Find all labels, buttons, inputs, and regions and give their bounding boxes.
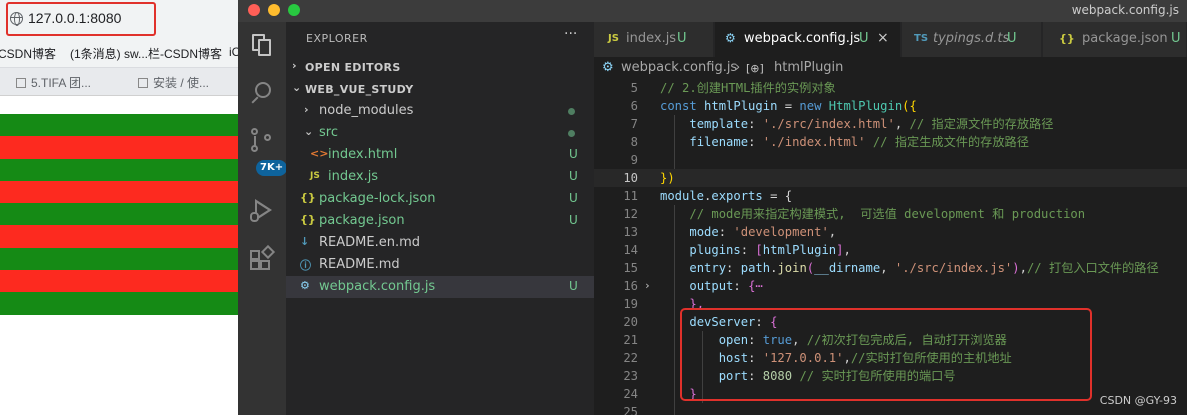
markdown-file-icon: ↓	[300, 235, 310, 248]
chevron-down-icon: ⌄	[304, 125, 314, 138]
page-stripe	[0, 158, 238, 181]
page-stripe	[0, 136, 238, 159]
tree-item-node-modules[interactable]: › node_modules	[286, 100, 594, 122]
code-line-9: 9	[630, 153, 638, 167]
browser-tab-tifa[interactable]: 5.TIFA 团...	[16, 74, 91, 91]
tree-item-readme-en[interactable]: ↓ README.en.md	[286, 232, 594, 254]
code-line-7: 7 template: './src/index.html', // 指定源文件…	[630, 117, 1054, 131]
tab-page-icon	[138, 78, 148, 88]
devserver-highlight-annotation	[680, 308, 1092, 401]
fold-chevron-icon[interactable]: ›	[644, 277, 651, 295]
tree-item-src[interactable]: ⌄ src	[286, 122, 594, 144]
search-icon[interactable]	[249, 80, 275, 106]
tab-index-js[interactable]: JS index.js U	[594, 22, 714, 57]
browser-tab-install[interactable]: 安装 / 使...	[138, 74, 209, 91]
status-untracked: U	[569, 169, 578, 183]
code-line-8: 8 filename: './index.html' // 指定生成文件的存放路…	[630, 135, 1029, 149]
page-content-stripes	[0, 114, 238, 315]
tab-webpack-config[interactable]: ⚙ webpack.config.js U ×	[715, 22, 901, 57]
tree-item-package-json[interactable]: {} package.json U	[286, 210, 594, 232]
tab-package-json[interactable]: {} package.json U	[1043, 22, 1187, 57]
chevron-down-icon: ⌄	[292, 81, 302, 94]
code-line-10: 10})	[594, 169, 1187, 187]
code-line-6: 6 const htmlPlugin = new HtmlPlugin({	[630, 99, 917, 113]
json-file-icon: {}	[300, 191, 316, 204]
code-line-12: 12 // mode用来指定构建模式, 可选值 development 和 pr…	[623, 207, 1086, 221]
browser-window: 127.0.0.1:8080 CSDN博客 (1条消息) sw...栏-CSDN…	[0, 0, 238, 415]
page-stripe	[0, 114, 238, 137]
vscode-window: webpack.config.js 7K+ EXPLORER ··· › OPE…	[238, 0, 1187, 415]
tree-item-package-lock[interactable]: {} package-lock.json U	[286, 188, 594, 210]
close-tab-icon[interactable]: ×	[877, 30, 889, 46]
explorer-sidebar: EXPLORER ··· › OPEN EDITORS ⌄ WEB_VUE_ST…	[286, 22, 594, 415]
watermark: CSDN @GY-93	[1099, 394, 1177, 407]
breadcrumb-symbol[interactable]: htmlPlugin	[774, 60, 843, 75]
variable-symbol-icon: [⊕]	[746, 62, 764, 75]
breadcrumb-file[interactable]: webpack.config.js	[621, 60, 737, 75]
code-line-13: 13 mode: 'development',	[623, 225, 837, 239]
page-stripe	[0, 292, 238, 315]
code-line-15: 15 entry: path.join(__dirname, './src/in…	[623, 261, 1159, 275]
tree-item-index-html[interactable]: <> index.html U	[286, 144, 594, 166]
tree-item-index-js[interactable]: JS index.js U	[286, 166, 594, 188]
status-untracked: U	[569, 213, 578, 227]
page-stripe	[0, 180, 238, 204]
info-icon: ⓘ	[300, 259, 311, 272]
files-icon[interactable]	[249, 32, 275, 58]
breadcrumb: ⚙ webpack.config.js › [⊕] htmlPlugin	[594, 57, 1187, 79]
tab-typings[interactable]: TS typings.d.ts U	[902, 22, 1042, 57]
editor-area: JS index.js U ⚙ webpack.config.js U × TS…	[594, 22, 1187, 415]
more-actions-icon[interactable]: ···	[564, 26, 577, 42]
code-line-5: 5// 2.创建HTML插件的实例对象	[630, 81, 836, 95]
json-file-icon: {}	[1059, 32, 1075, 45]
page-stripe	[0, 247, 238, 271]
page-stripe	[0, 225, 238, 248]
bookmark-csdn[interactable]: CSDN博客	[0, 45, 56, 62]
project-section[interactable]: ⌄ WEB_VUE_STUDY	[286, 78, 594, 100]
run-debug-icon[interactable]	[249, 198, 275, 224]
code-line-16: 16 › output: {⋯	[623, 277, 763, 295]
title-bar: webpack.config.js	[238, 0, 1187, 22]
chevron-right-icon: ›	[292, 59, 297, 72]
code-line-14: 14 plugins: [htmlPlugin],	[623, 243, 851, 257]
status-dot	[568, 108, 575, 115]
status-dot	[568, 130, 575, 137]
status-untracked: U	[569, 279, 578, 293]
page-stripe	[0, 270, 238, 293]
window-title: webpack.config.js	[1071, 3, 1179, 17]
close-window-button[interactable]	[248, 4, 260, 16]
tab-page-icon	[16, 78, 26, 88]
code-line-25: 25	[623, 405, 638, 415]
url-highlight-annotation	[6, 2, 156, 36]
ts-file-icon: TS	[914, 33, 929, 44]
minimize-window-button[interactable]	[268, 4, 280, 16]
tree-item-readme[interactable]: ⓘ README.md	[286, 254, 594, 276]
js-file-icon: JS	[608, 33, 619, 44]
code-line-11: 11 module.exports = {	[623, 189, 793, 203]
bookmarks-bar: CSDN博客 (1条消息) sw...栏-CSDN博客 iC	[0, 38, 238, 68]
extensions-icon[interactable]	[249, 244, 276, 274]
json-file-icon: {}	[300, 213, 316, 226]
activity-bar: 7K+	[238, 22, 288, 415]
scm-badge: 7K+	[256, 160, 288, 176]
source-control-icon[interactable]	[249, 128, 275, 154]
browser-tab-strip: 5.TIFA 团... 安装 / 使...	[0, 68, 238, 96]
webpack-file-icon: ⚙	[725, 31, 736, 45]
webpack-file-icon: ⚙	[300, 279, 310, 292]
maximize-window-button[interactable]	[288, 4, 300, 16]
status-untracked: U	[569, 147, 578, 161]
status-untracked: U	[569, 191, 578, 205]
explorer-title: EXPLORER	[306, 32, 368, 45]
bookmark-ic[interactable]: iC	[229, 45, 238, 59]
webpack-file-icon: ⚙	[602, 60, 614, 75]
breadcrumb-separator: ›	[735, 60, 741, 75]
chevron-right-icon: ›	[304, 103, 309, 116]
tree-item-webpack-config[interactable]: ⚙ webpack.config.js U	[286, 276, 594, 298]
editor-tab-bar: JS index.js U ⚙ webpack.config.js U × TS…	[594, 22, 1187, 57]
js-file-icon: JS	[310, 171, 320, 181]
html-file-icon: <>	[310, 147, 329, 160]
open-editors-section[interactable]: › OPEN EDITORS	[286, 56, 594, 78]
bookmark-messages[interactable]: (1条消息) sw...栏-CSDN博客	[70, 45, 222, 62]
page-stripe	[0, 203, 238, 226]
